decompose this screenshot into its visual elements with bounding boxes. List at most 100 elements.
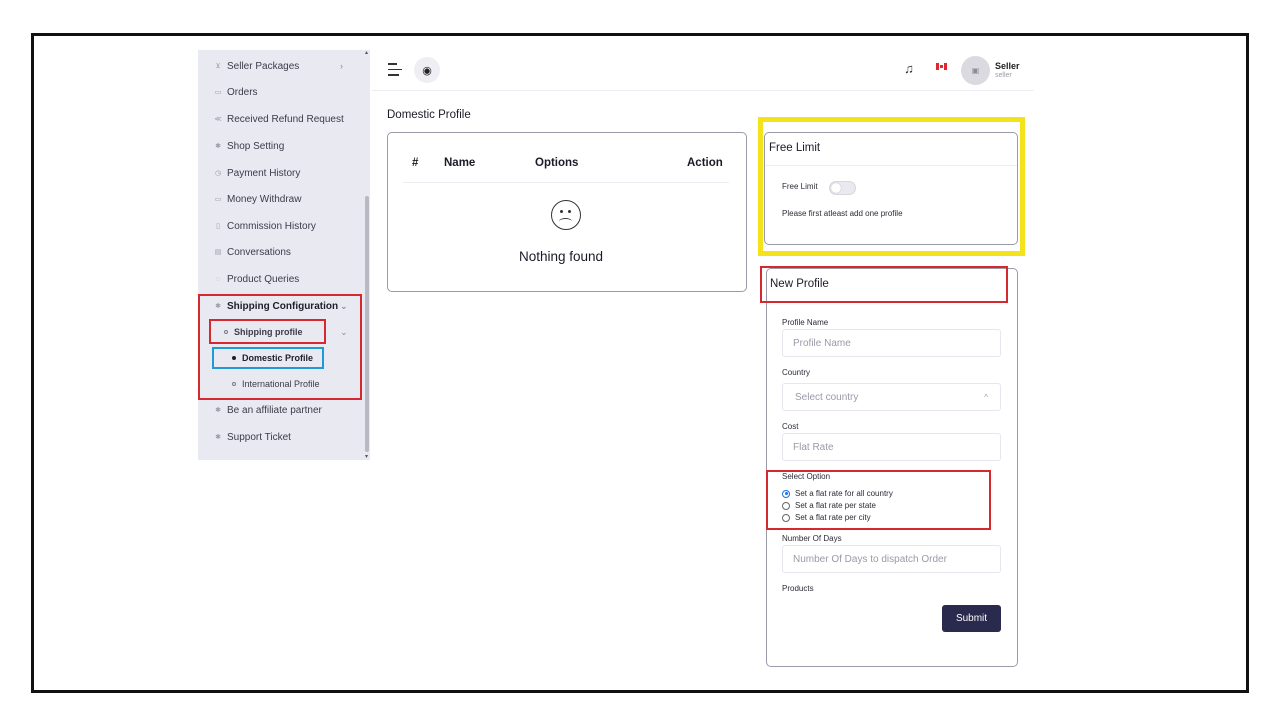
free-limit-title: Free Limit [769,142,821,154]
sidebar-scrollbar-thumb[interactable] [365,196,369,452]
sidebar-item-label: Domestic Profile [242,353,314,363]
radio-label: Set a flat rate per city [795,513,871,522]
sidebar-item-affiliate-partner[interactable]: ✱ Be an affiliate partner [214,400,322,420]
radio-option-per-state[interactable]: Set a flat rate per state [782,500,876,511]
sidebar-item-label: Conversations [227,246,291,258]
profile-name-input[interactable]: Profile Name [782,329,1001,357]
radio-button[interactable] [782,489,790,498]
table-header-divider [403,182,729,183]
radio-button[interactable] [782,513,790,522]
sidebar-item-label: Commission History [227,220,316,232]
country-select[interactable]: Select country ^ [782,383,1001,411]
sidebar-item-label: Product Queries [227,273,300,285]
table-header-name: Name [444,157,476,169]
sidebar-item-label: Shop Setting [227,140,285,152]
sad-face-icon [551,200,581,230]
table-header-options: Options [535,157,579,169]
sidebar-item-orders[interactable]: ▭ Orders [214,82,258,102]
radio-option-per-city[interactable]: Set a flat rate per city [782,512,871,523]
radio-label: Set a flat rate for all country [795,489,893,498]
sidebar-item-shop-setting[interactable]: ✱ Shop Setting [214,136,284,156]
chevron-down-icon: ⌄ [340,300,348,311]
page-title: Domestic Profile [387,109,471,121]
empty-state-text: Nothing found [519,249,604,264]
sidebar-item-money-withdraw[interactable]: ▭ Money Withdraw [214,189,302,209]
chevron-up-icon: ^ [984,392,988,402]
sidebar-scrollbar[interactable] [364,50,370,460]
sidebar-item-conversations[interactable]: ▤ Conversations [214,242,291,262]
circle-icon [224,330,228,334]
sidebar-item-domestic-profile[interactable]: Domestic Profile [232,348,313,368]
number-of-days-label: Number Of Days [782,534,842,543]
cart-icon: ⊻ [215,63,221,70]
table-header-index: # [412,157,419,169]
sidebar-item-commission-history[interactable]: ▯ Commission History [214,216,316,236]
chat-icon: ▤ [214,249,222,256]
avatar[interactable]: ▣ [961,56,990,85]
user-name[interactable]: Seller [995,61,1020,71]
gear-icon: ✱ [215,303,221,310]
sidebar-item-label: Received Refund Request [227,113,344,125]
profile-name-label: Profile Name [782,318,829,327]
card-divider [765,165,1017,166]
history-icon: ◷ [214,170,222,177]
free-limit-note: Please first atleast add one profile [782,209,903,218]
select-placeholder: Select country [795,391,859,403]
radio-button[interactable] [782,501,790,510]
input-placeholder: Number Of Days to dispatch Order [793,553,947,565]
globe-icon[interactable]: ◉ [414,57,440,83]
circle-icon [232,382,236,386]
cost-label: Cost [782,422,799,431]
chevron-right-icon: › [340,61,343,71]
orders-icon: ▭ [214,89,222,96]
sidebar-item-label: International Profile [242,379,320,389]
gear-icon: ✱ [215,407,221,414]
radio-option-all-country[interactable]: Set a flat rate for all country [782,488,893,499]
sidebar-item-international-profile[interactable]: International Profile [232,374,320,394]
canada-flag-icon[interactable] [936,63,947,70]
input-placeholder: Flat Rate [793,441,834,453]
sidebar-item-label: Be an affiliate partner [227,404,322,416]
sidebar-item-label: Shipping profile [234,327,303,337]
sidebar-item-label: Orders [227,86,258,98]
number-of-days-input[interactable]: Number Of Days to dispatch Order [782,545,1001,573]
submit-button[interactable]: Submit [942,605,1001,632]
new-profile-title: New Profile [770,278,829,290]
products-label: Products [782,584,814,593]
toggle-knob [831,183,841,193]
gear-icon: ✱ [215,143,221,150]
country-label: Country [782,368,811,377]
sidebar-item-label: Support Ticket [227,431,291,443]
sidebar-item-payment-history[interactable]: ◷ Payment History [214,163,300,183]
select-option-label: Select Option [782,472,831,481]
gear-icon: ✱ [215,434,221,441]
sidebar-item-shipping-profile[interactable]: Shipping profile [224,322,303,342]
radio-label: Set a flat rate per state [795,501,876,510]
wallet-icon: ▭ [214,196,222,203]
free-limit-toggle[interactable] [829,181,856,195]
table-header-action: Action [687,157,723,169]
sidebar-item-label: Payment History [227,167,301,179]
question-icon: ◌ [215,275,221,283]
sidebar: ▴ ▾ ⊻ Seller Packages › ▭ Orders ≪ Recei… [198,50,370,460]
user-role: seller [995,72,1012,79]
chevron-down-icon[interactable]: ⌄ [340,327,348,338]
sidebar-item-seller-packages[interactable]: ⊻ Seller Packages › [214,56,343,76]
sidebar-item-label: Seller Packages [227,60,300,72]
sidebar-item-label: Shipping Configuration [227,300,339,312]
bell-icon[interactable]: ♫ [902,61,916,77]
bullet-icon [232,356,236,360]
menu-toggle-icon[interactable] [388,63,402,77]
cost-input[interactable]: Flat Rate [782,433,1001,461]
sidebar-item-support-ticket[interactable]: ✱ Support Ticket [214,427,291,447]
sidebar-item-shipping-configuration[interactable]: ✱ Shipping Configuration ⌄ [214,296,347,316]
refund-icon: ≪ [214,116,222,123]
free-limit-toggle-label: Free Limit [782,182,818,191]
input-placeholder: Profile Name [793,337,851,349]
sidebar-item-received-refund-request[interactable]: ≪ Received Refund Request [214,109,344,129]
file-icon: ▯ [216,223,220,230]
scroll-down-arrow-icon[interactable]: ▾ [365,454,369,460]
scroll-up-arrow-icon[interactable]: ▴ [365,50,369,56]
header-divider [372,90,1034,91]
sidebar-item-product-queries[interactable]: ◌ Product Queries [214,269,299,289]
